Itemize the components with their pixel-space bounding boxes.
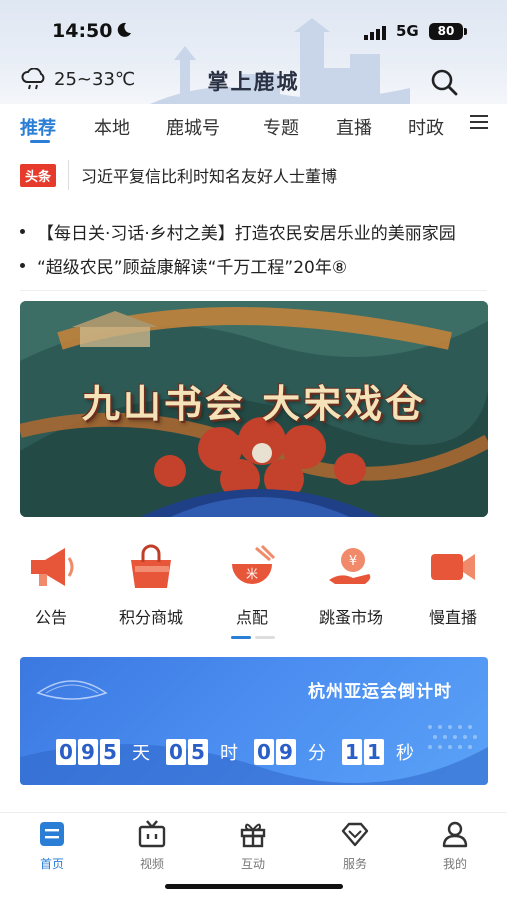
quick-entry-label: 慢直播 <box>428 608 477 627</box>
tab-live[interactable]: 直播 <box>336 114 372 140</box>
page-dot-active <box>231 636 251 639</box>
tv-icon <box>138 820 166 848</box>
nav-label: 互动 <box>240 857 265 871</box>
asian-games-countdown[interactable]: 杭州亚运会倒计时 095 天 05 时 09 分 11 秒 <box>20 657 488 785</box>
channel-tabs: 推荐 本地 鹿城号 专题 直播 时政 <box>0 104 507 146</box>
countdown-title: 杭州亚运会倒计时 <box>308 682 452 702</box>
nav-label: 我的 <box>442 857 467 871</box>
nav-video[interactable]: 视频 <box>117 819 187 872</box>
tab-recommend[interactable]: 推荐 <box>20 114 56 140</box>
quick-entry-delivery[interactable]: 米 点配 <box>207 544 297 628</box>
list-item[interactable]: 【每日关·习话·乡村之美】打造农民安居乐业的美丽家园 <box>20 214 500 248</box>
list-item[interactable]: “超级农民”顾益康解读“千万工程”20年⑧ <box>20 248 500 282</box>
megaphone-icon <box>31 548 74 586</box>
quick-entry-announcement[interactable]: 公告 <box>6 544 96 628</box>
svg-text:米: 米 <box>246 567 258 581</box>
seconds-unit: 秒 <box>396 743 414 764</box>
page-dot <box>255 636 275 639</box>
nav-label: 服务 <box>342 857 367 871</box>
svg-text:¥: ¥ <box>349 554 357 569</box>
quick-entry-label: 公告 <box>34 608 67 627</box>
quick-entry-points-mall[interactable]: 积分商城 <box>106 544 196 628</box>
status-time: 14:50 <box>52 20 113 42</box>
minutes-unit: 分 <box>308 743 326 764</box>
digit: 9 <box>276 739 296 765</box>
nav-service[interactable]: 服务 <box>320 819 390 872</box>
bullet <box>20 228 25 234</box>
network-label: 5G <box>396 22 419 40</box>
home-icon <box>40 822 64 846</box>
nav-interact[interactable]: 互动 <box>218 819 288 872</box>
bullet <box>20 262 25 268</box>
shopping-bag-icon <box>131 544 171 588</box>
digit: 0 <box>254 739 274 765</box>
news-list: 【每日关·习话·乡村之美】打造农民安居乐业的美丽家园 “超级农民”顾益康解读“千… <box>20 214 500 282</box>
menu-icon[interactable] <box>470 114 488 130</box>
active-tab-indicator <box>30 140 50 143</box>
nav-label: 首页 <box>39 857 64 871</box>
promo-banner[interactable]: 九山书会 大宋戏仓 <box>20 301 488 517</box>
hours-unit: 时 <box>220 743 238 764</box>
quick-entry-flea-market[interactable]: ¥ 跳蚤市场 <box>306 544 396 628</box>
app-header: 14:50 5G 80 25~33℃ 掌上鹿城 <box>0 0 507 104</box>
digit: 1 <box>364 739 384 765</box>
nav-mine[interactable]: 我的 <box>420 819 490 872</box>
countdown-values: 095 天 05 时 09 分 11 秒 <box>56 739 430 765</box>
status-bar: 14:50 5G 80 <box>0 0 507 60</box>
headline-title: 习近平复信比利时知名友好人士董博 <box>81 167 338 186</box>
section-divider <box>20 290 487 291</box>
days-unit: 天 <box>132 743 150 764</box>
digit: 1 <box>342 739 362 765</box>
divider <box>68 160 70 190</box>
battery-icon: 80 <box>429 23 463 40</box>
tab-special[interactable]: 专题 <box>263 114 299 140</box>
headline-badge: 头条 <box>20 163 57 187</box>
digit: 9 <box>78 739 98 765</box>
news-title: “超级农民”顾益康解读“千万工程”20年⑧ <box>37 257 348 278</box>
hours-value: 05 <box>166 739 210 765</box>
news-title: 【每日关·习话·乡村之美】打造农民安居乐业的美丽家园 <box>37 223 456 244</box>
moon-icon <box>117 22 131 37</box>
tab-local[interactable]: 本地 <box>94 114 130 140</box>
digit: 0 <box>166 739 186 765</box>
seconds-value: 11 <box>342 739 386 765</box>
quick-entry-slow-live[interactable]: 慢直播 <box>408 544 498 628</box>
home-indicator <box>165 884 343 889</box>
nav-label: 视频 <box>139 857 164 871</box>
nav-home[interactable]: 首页 <box>17 819 87 872</box>
digit: 5 <box>188 739 208 765</box>
quick-entry-grid: 公告 积分商城 米 点配 ¥ 跳蚤市场 慢直播 <box>0 544 507 627</box>
video-camera-icon <box>431 554 475 580</box>
headline-row[interactable]: 头条 习近平复信比利时知名友好人士董博 <box>20 160 337 190</box>
person-icon <box>442 821 468 848</box>
tab-lucheng-hao[interactable]: 鹿城号 <box>166 114 220 140</box>
quick-entry-label: 积分商城 <box>118 608 183 627</box>
rice-bowl-icon: 米 <box>232 544 276 584</box>
battery-tip <box>464 28 467 35</box>
digit: 5 <box>100 739 120 765</box>
days-value: 095 <box>56 739 122 765</box>
gift-icon <box>240 823 266 848</box>
tab-politics[interactable]: 时政 <box>408 114 444 140</box>
minutes-value: 09 <box>254 739 298 765</box>
signal-icon <box>364 26 386 40</box>
banner-title: 九山书会 大宋戏仓 <box>81 381 427 426</box>
digit: 0 <box>56 739 76 765</box>
yuan-hand-icon: ¥ <box>329 548 371 584</box>
heart-diamond-icon <box>341 822 369 847</box>
page-indicator <box>231 624 279 643</box>
quick-entry-label: 跳蚤市场 <box>318 608 383 627</box>
search-icon[interactable] <box>430 68 458 96</box>
